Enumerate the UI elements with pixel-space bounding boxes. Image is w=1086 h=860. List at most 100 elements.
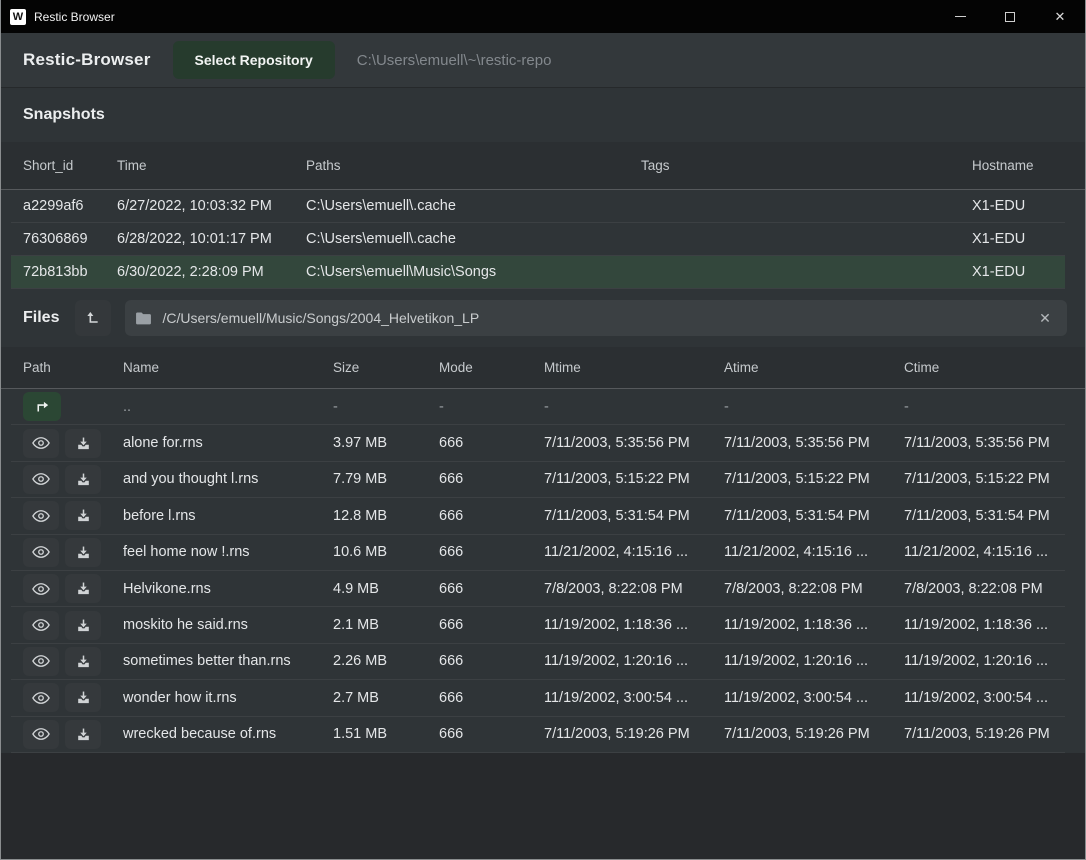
preview-file-button[interactable] [23, 611, 59, 640]
file-row-actions [23, 465, 123, 494]
files-col-name: Name [123, 360, 333, 375]
preview-file-button[interactable] [23, 683, 59, 712]
file-cell-ctime: 7/11/2003, 5:15:22 PM [904, 471, 1065, 487]
preview-file-button[interactable] [23, 501, 59, 530]
file-cell-mtime: - [544, 399, 724, 415]
download-icon [76, 654, 91, 669]
file-cell-atime: 11/21/2002, 4:15:16 ... [724, 544, 904, 560]
preview-eye-icon [32, 727, 50, 741]
files-col-mode: Mode [439, 360, 544, 375]
maximize-icon [1005, 12, 1015, 22]
file-cell-ctime: 11/19/2002, 1:18:36 ... [904, 617, 1065, 633]
clear-path-icon: ✕ [1039, 310, 1051, 326]
snapshot-row[interactable]: a2299af66/27/2022, 10:03:32 PMC:\Users\e… [11, 190, 1065, 223]
download-file-button[interactable] [65, 647, 101, 676]
window-controls: ✕ [935, 0, 1085, 33]
file-cell-name: wonder how it.rns [123, 690, 333, 706]
download-file-button[interactable] [65, 683, 101, 712]
file-cell-mtime: 7/11/2003, 5:35:56 PM [544, 435, 724, 451]
snapshot-row[interactable]: 763068696/28/2022, 10:01:17 PMC:\Users\e… [11, 223, 1065, 256]
files-col-path: Path [23, 360, 123, 375]
file-cell-size: 2.26 MB [333, 653, 439, 669]
maximize-button[interactable] [985, 0, 1035, 33]
file-cell-atime: 7/11/2003, 5:19:26 PM [724, 726, 904, 742]
file-row: feel home now !.rns10.6 MB66611/21/2002,… [11, 535, 1065, 571]
preview-eye-icon [32, 618, 50, 632]
clear-path-button[interactable]: ✕ [1033, 306, 1057, 330]
file-cell-mode: 666 [439, 581, 544, 597]
preview-file-button[interactable] [23, 429, 59, 458]
download-file-button[interactable] [65, 538, 101, 567]
file-cell-size: 2.7 MB [333, 690, 439, 706]
file-cell-name: Helvikone.rns [123, 581, 333, 597]
file-cell-mode: - [439, 399, 544, 415]
download-icon [76, 581, 91, 596]
snapshot-cell-hostname: X1-EDU [972, 198, 1065, 214]
download-file-button[interactable] [65, 574, 101, 603]
file-cell-ctime: 11/19/2002, 1:20:16 ... [904, 653, 1065, 669]
snapshot-row[interactable]: 72b813bb6/30/2022, 2:28:09 PMC:\Users\em… [11, 256, 1065, 289]
file-cell-size: 12.8 MB [333, 508, 439, 524]
file-row-actions [23, 429, 123, 458]
download-file-button[interactable] [65, 501, 101, 530]
preview-file-button[interactable] [23, 465, 59, 494]
snapshot-cell-paths: C:\Users\emuell\.cache [306, 198, 641, 214]
snapshot-cell-hostname: X1-EDU [972, 264, 1065, 280]
preview-eye-icon [32, 509, 50, 523]
file-cell-mtime: 11/19/2002, 3:00:54 ... [544, 690, 724, 706]
close-icon: ✕ [1055, 9, 1066, 25]
download-file-button[interactable] [65, 720, 101, 749]
preview-file-button[interactable] [23, 538, 59, 567]
file-row: wonder how it.rns2.7 MB66611/19/2002, 3:… [11, 680, 1065, 716]
open-directory-icon [34, 399, 51, 414]
file-cell-size: 10.6 MB [333, 544, 439, 560]
preview-eye-icon [32, 436, 50, 450]
open-parent-directory-button[interactable] [23, 392, 61, 421]
download-file-button[interactable] [65, 465, 101, 494]
preview-eye-icon [32, 691, 50, 705]
minimize-button[interactable] [935, 0, 985, 33]
file-cell-name: feel home now !.rns [123, 544, 333, 560]
files-col-size: Size [333, 360, 439, 375]
file-cell-mode: 666 [439, 471, 544, 487]
preview-file-button[interactable] [23, 647, 59, 676]
current-path-input[interactable]: /C/Users/emuell/Music/Songs/2004_Helveti… [125, 300, 1067, 336]
download-icon [76, 690, 91, 705]
file-row-actions [23, 538, 123, 567]
close-button[interactable]: ✕ [1035, 0, 1085, 33]
select-repository-button[interactable]: Select Repository [173, 41, 335, 79]
preview-file-button[interactable] [23, 720, 59, 749]
file-cell-name: before l.rns [123, 508, 333, 524]
file-cell-name: .. [123, 399, 333, 415]
file-row: Helvikone.rns4.9 MB6667/8/2003, 8:22:08 … [11, 571, 1065, 607]
file-row-actions [23, 392, 123, 421]
file-cell-mtime: 7/11/2003, 5:15:22 PM [544, 471, 724, 487]
file-cell-ctime: 7/11/2003, 5:31:54 PM [904, 508, 1065, 524]
snapshots-table-header: Short_idTimePathsTagsHostname [1, 142, 1085, 190]
snapshot-cell-short_id: a2299af6 [23, 198, 117, 214]
file-cell-atime: 11/19/2002, 3:00:54 ... [724, 690, 904, 706]
file-cell-ctime: 7/11/2003, 5:19:26 PM [904, 726, 1065, 742]
snapshots-col-hostname: Hostname [972, 158, 1065, 173]
file-row: wrecked because of.rns1.51 MB6667/11/200… [11, 717, 1065, 753]
file-cell-size: - [333, 399, 439, 415]
file-row-actions [23, 720, 123, 749]
file-cell-size: 3.97 MB [333, 435, 439, 451]
file-row: before l.rns12.8 MB6667/11/2003, 5:31:54… [11, 498, 1065, 534]
snapshot-cell-short_id: 72b813bb [23, 264, 117, 280]
level-up-button[interactable] [75, 300, 111, 336]
file-cell-mtime: 7/11/2003, 5:19:26 PM [544, 726, 724, 742]
file-row: and you thought l.rns7.79 MB6667/11/2003… [11, 462, 1065, 498]
file-row-actions [23, 501, 123, 530]
snapshot-cell-paths: C:\Users\emuell\Music\Songs [306, 264, 641, 280]
file-cell-mtime: 7/11/2003, 5:31:54 PM [544, 508, 724, 524]
snapshot-cell-time: 6/30/2022, 2:28:09 PM [117, 264, 306, 280]
download-icon [76, 508, 91, 523]
snapshot-cell-short_id: 76306869 [23, 231, 117, 247]
snapshots-section-header: Snapshots [1, 88, 1085, 142]
snapshots-col-short_id: Short_id [23, 158, 117, 173]
download-file-button[interactable] [65, 611, 101, 640]
preview-eye-icon [32, 545, 50, 559]
preview-file-button[interactable] [23, 574, 59, 603]
download-file-button[interactable] [65, 429, 101, 458]
